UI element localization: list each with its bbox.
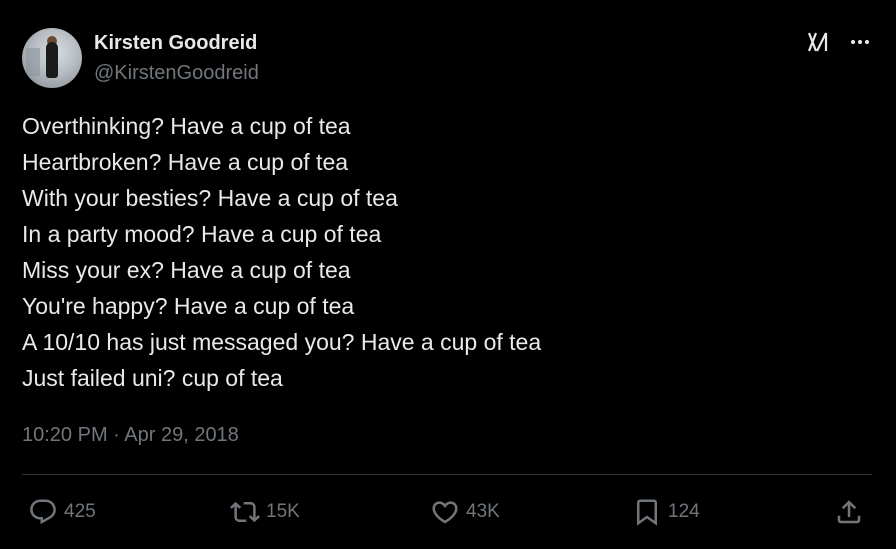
tweet-line: Miss your ex? Have a cup of tea bbox=[22, 257, 351, 283]
reply-button[interactable]: 425 bbox=[28, 494, 96, 530]
share-button[interactable] bbox=[834, 494, 864, 530]
tweet-line: Just failed uni? cup of tea bbox=[22, 365, 283, 391]
tweet-line: Overthinking? Have a cup of tea bbox=[22, 113, 351, 139]
repost-button[interactable]: 15K bbox=[230, 494, 300, 530]
avatar-figure bbox=[46, 42, 58, 78]
repost-icon bbox=[230, 501, 260, 523]
bookmark-icon bbox=[637, 499, 657, 526]
like-count: 43K bbox=[466, 501, 500, 522]
reply-icon bbox=[30, 499, 56, 525]
author-name[interactable]: Kirsten Goodreid bbox=[94, 32, 257, 55]
tweet-timestamp[interactable]: 10:20 PM · Apr 29, 2018 bbox=[22, 424, 239, 447]
more-options-icon[interactable] bbox=[848, 30, 872, 54]
tweet-actions: 425 15K 43K 124 bbox=[22, 494, 872, 530]
tweet-line: You're happy? Have a cup of tea bbox=[22, 293, 355, 319]
like-button[interactable]: 43K bbox=[430, 494, 500, 530]
tweet-header: Kirsten Goodreid @KirstenGoodreid bbox=[22, 28, 874, 90]
bookmark-count: 124 bbox=[668, 501, 700, 522]
share-icon bbox=[837, 500, 861, 524]
repost-count: 15K bbox=[266, 501, 300, 522]
author-handle[interactable]: @KirstenGoodreid bbox=[94, 62, 259, 85]
reply-count: 425 bbox=[64, 501, 96, 522]
heart-icon bbox=[432, 501, 458, 524]
tweet-text: Overthinking? Have a cup of tea Heartbro… bbox=[22, 108, 882, 396]
tweet-line: With your besties? Have a cup of tea bbox=[22, 185, 398, 211]
tweet-line: A 10/10 has just messaged you? Have a cu… bbox=[22, 329, 542, 355]
avatar[interactable] bbox=[22, 28, 82, 88]
grok-icon[interactable] bbox=[806, 30, 830, 54]
tweet-line: In a party mood? Have a cup of tea bbox=[22, 221, 382, 247]
avatar-background-detail bbox=[26, 48, 40, 76]
divider bbox=[22, 474, 872, 475]
bookmark-button[interactable]: 124 bbox=[632, 494, 700, 530]
tweet-line: Heartbroken? Have a cup of tea bbox=[22, 149, 349, 175]
